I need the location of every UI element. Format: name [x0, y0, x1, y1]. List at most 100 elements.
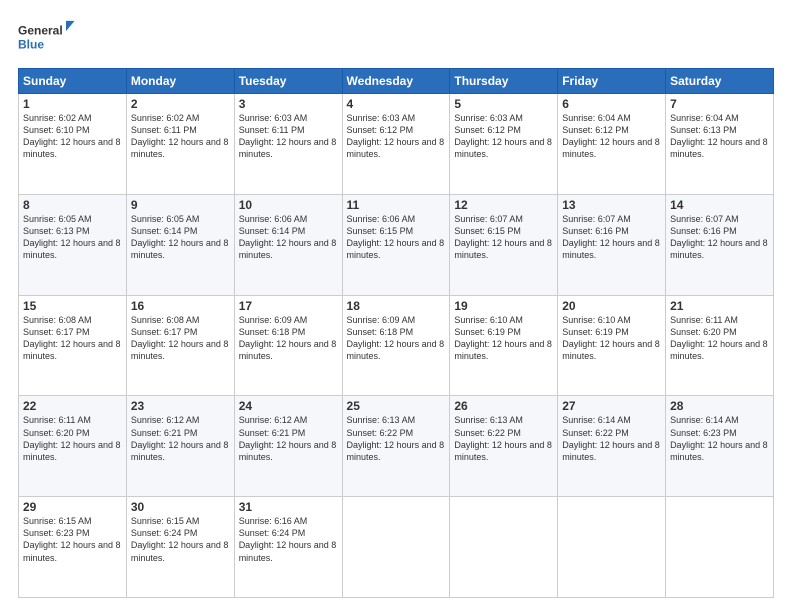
sunset-label: Sunset: 6:24 PM [239, 528, 306, 538]
sunrise-label: Sunrise: 6:14 AM [670, 415, 739, 425]
day-info: Sunrise: 6:14 AM Sunset: 6:23 PM Dayligh… [670, 414, 769, 463]
day-number: 4 [347, 97, 446, 111]
sunset-label: Sunset: 6:15 PM [347, 226, 414, 236]
weekday-header: Thursday [450, 69, 558, 94]
daylight-label: Daylight: 12 hours and 8 minutes. [562, 238, 660, 260]
sunset-label: Sunset: 6:21 PM [239, 428, 306, 438]
sunset-label: Sunset: 6:16 PM [562, 226, 629, 236]
calendar-cell: 25 Sunrise: 6:13 AM Sunset: 6:22 PM Dayl… [342, 396, 450, 497]
daylight-label: Daylight: 12 hours and 8 minutes. [562, 440, 660, 462]
daylight-label: Daylight: 12 hours and 8 minutes. [347, 137, 445, 159]
weekday-header: Wednesday [342, 69, 450, 94]
sunrise-label: Sunrise: 6:11 AM [670, 315, 738, 325]
day-number: 9 [131, 198, 230, 212]
daylight-label: Daylight: 12 hours and 8 minutes. [131, 540, 229, 562]
day-number: 1 [23, 97, 122, 111]
sunset-label: Sunset: 6:11 PM [239, 125, 305, 135]
day-info: Sunrise: 6:15 AM Sunset: 6:24 PM Dayligh… [131, 515, 230, 564]
sunrise-label: Sunrise: 6:15 AM [131, 516, 200, 526]
sunset-label: Sunset: 6:19 PM [454, 327, 521, 337]
day-info: Sunrise: 6:13 AM Sunset: 6:22 PM Dayligh… [347, 414, 446, 463]
day-number: 20 [562, 299, 661, 313]
sunset-label: Sunset: 6:18 PM [347, 327, 414, 337]
day-number: 2 [131, 97, 230, 111]
daylight-label: Daylight: 12 hours and 8 minutes. [23, 440, 121, 462]
daylight-label: Daylight: 12 hours and 8 minutes. [239, 440, 337, 462]
calendar-cell: 18 Sunrise: 6:09 AM Sunset: 6:18 PM Dayl… [342, 295, 450, 396]
daylight-label: Daylight: 12 hours and 8 minutes. [131, 137, 229, 159]
day-info: Sunrise: 6:03 AM Sunset: 6:11 PM Dayligh… [239, 112, 338, 161]
sunset-label: Sunset: 6:24 PM [131, 528, 198, 538]
daylight-label: Daylight: 12 hours and 8 minutes. [454, 440, 552, 462]
calendar-cell: 16 Sunrise: 6:08 AM Sunset: 6:17 PM Dayl… [126, 295, 234, 396]
sunrise-label: Sunrise: 6:09 AM [347, 315, 416, 325]
calendar-cell: 24 Sunrise: 6:12 AM Sunset: 6:21 PM Dayl… [234, 396, 342, 497]
day-number: 7 [670, 97, 769, 111]
daylight-label: Daylight: 12 hours and 8 minutes. [670, 137, 768, 159]
sunrise-label: Sunrise: 6:03 AM [239, 113, 308, 123]
daylight-label: Daylight: 12 hours and 8 minutes. [562, 339, 660, 361]
daylight-label: Daylight: 12 hours and 8 minutes. [131, 238, 229, 260]
sunrise-label: Sunrise: 6:04 AM [562, 113, 631, 123]
daylight-label: Daylight: 12 hours and 8 minutes. [454, 339, 552, 361]
sunrise-label: Sunrise: 6:10 AM [454, 315, 523, 325]
daylight-label: Daylight: 12 hours and 8 minutes. [562, 137, 660, 159]
daylight-label: Daylight: 12 hours and 8 minutes. [239, 137, 337, 159]
calendar-cell: 17 Sunrise: 6:09 AM Sunset: 6:18 PM Dayl… [234, 295, 342, 396]
calendar-cell: 30 Sunrise: 6:15 AM Sunset: 6:24 PM Dayl… [126, 497, 234, 598]
calendar-cell: 10 Sunrise: 6:06 AM Sunset: 6:14 PM Dayl… [234, 194, 342, 295]
day-number: 18 [347, 299, 446, 313]
day-number: 19 [454, 299, 553, 313]
daylight-label: Daylight: 12 hours and 8 minutes. [23, 238, 121, 260]
sunset-label: Sunset: 6:23 PM [670, 428, 737, 438]
day-info: Sunrise: 6:11 AM Sunset: 6:20 PM Dayligh… [670, 314, 769, 363]
sunrise-label: Sunrise: 6:07 AM [562, 214, 631, 224]
sunset-label: Sunset: 6:22 PM [454, 428, 521, 438]
day-info: Sunrise: 6:09 AM Sunset: 6:18 PM Dayligh… [347, 314, 446, 363]
calendar-cell: 9 Sunrise: 6:05 AM Sunset: 6:14 PM Dayli… [126, 194, 234, 295]
sunrise-label: Sunrise: 6:03 AM [347, 113, 416, 123]
day-number: 26 [454, 399, 553, 413]
day-number: 23 [131, 399, 230, 413]
sunrise-label: Sunrise: 6:10 AM [562, 315, 631, 325]
day-info: Sunrise: 6:12 AM Sunset: 6:21 PM Dayligh… [131, 414, 230, 463]
day-number: 5 [454, 97, 553, 111]
daylight-label: Daylight: 12 hours and 8 minutes. [347, 238, 445, 260]
day-info: Sunrise: 6:06 AM Sunset: 6:14 PM Dayligh… [239, 213, 338, 262]
logo-icon: General Blue [18, 18, 78, 58]
sunrise-label: Sunrise: 6:13 AM [347, 415, 416, 425]
day-info: Sunrise: 6:04 AM Sunset: 6:12 PM Dayligh… [562, 112, 661, 161]
calendar-cell: 19 Sunrise: 6:10 AM Sunset: 6:19 PM Dayl… [450, 295, 558, 396]
sunrise-label: Sunrise: 6:06 AM [347, 214, 416, 224]
day-info: Sunrise: 6:03 AM Sunset: 6:12 PM Dayligh… [454, 112, 553, 161]
daylight-label: Daylight: 12 hours and 8 minutes. [131, 339, 229, 361]
daylight-label: Daylight: 12 hours and 8 minutes. [23, 137, 121, 159]
weekday-header: Tuesday [234, 69, 342, 94]
day-number: 30 [131, 500, 230, 514]
day-info: Sunrise: 6:11 AM Sunset: 6:20 PM Dayligh… [23, 414, 122, 463]
svg-text:Blue: Blue [18, 37, 44, 51]
sunrise-label: Sunrise: 6:15 AM [23, 516, 92, 526]
day-info: Sunrise: 6:02 AM Sunset: 6:11 PM Dayligh… [131, 112, 230, 161]
calendar-cell: 29 Sunrise: 6:15 AM Sunset: 6:23 PM Dayl… [19, 497, 127, 598]
weekday-header: Sunday [19, 69, 127, 94]
daylight-label: Daylight: 12 hours and 8 minutes. [131, 440, 229, 462]
day-number: 8 [23, 198, 122, 212]
calendar-cell: 5 Sunrise: 6:03 AM Sunset: 6:12 PM Dayli… [450, 94, 558, 195]
day-number: 22 [23, 399, 122, 413]
day-number: 21 [670, 299, 769, 313]
sunset-label: Sunset: 6:14 PM [239, 226, 306, 236]
day-number: 31 [239, 500, 338, 514]
calendar-cell: 7 Sunrise: 6:04 AM Sunset: 6:13 PM Dayli… [666, 94, 774, 195]
calendar-cell [450, 497, 558, 598]
day-number: 28 [670, 399, 769, 413]
daylight-label: Daylight: 12 hours and 8 minutes. [23, 540, 121, 562]
day-info: Sunrise: 6:02 AM Sunset: 6:10 PM Dayligh… [23, 112, 122, 161]
sunrise-label: Sunrise: 6:12 AM [131, 415, 200, 425]
sunset-label: Sunset: 6:10 PM [23, 125, 90, 135]
sunset-label: Sunset: 6:17 PM [23, 327, 90, 337]
day-number: 10 [239, 198, 338, 212]
day-info: Sunrise: 6:05 AM Sunset: 6:13 PM Dayligh… [23, 213, 122, 262]
day-info: Sunrise: 6:08 AM Sunset: 6:17 PM Dayligh… [131, 314, 230, 363]
day-info: Sunrise: 6:05 AM Sunset: 6:14 PM Dayligh… [131, 213, 230, 262]
